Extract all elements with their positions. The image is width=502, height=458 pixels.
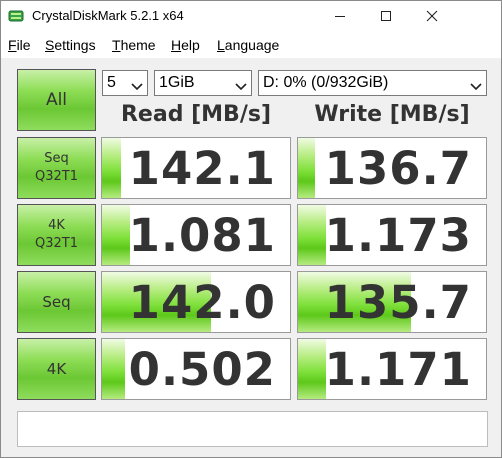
read-result-value: 1.081 <box>128 209 276 262</box>
menu-file[interactable]: File <box>8 37 31 53</box>
read-result-fill <box>102 205 131 265</box>
run-all-label: All <box>45 90 68 110</box>
4k-button[interactable]: 4K <box>17 338 96 400</box>
menu-settings-rest: ettings <box>54 37 96 53</box>
seq-q32t1-button[interactable]: Seq Q32T1 <box>17 137 96 199</box>
write-result-meter: 1.173 <box>297 204 487 266</box>
menu-theme-mnemonic: T <box>112 37 121 53</box>
test-count-select[interactable]: 5 <box>102 70 148 96</box>
menu-help[interactable]: Help <box>171 37 200 53</box>
menu-help-mnemonic: H <box>171 37 182 53</box>
write-result-value: 135.7 <box>324 276 472 329</box>
test-count-value: 5 <box>107 74 116 91</box>
maximize-icon <box>380 7 392 26</box>
title-bar[interactable]: CrystalDiskMark 5.2.1 x64 <box>1 1 501 32</box>
maximize-button[interactable] <box>363 1 409 32</box>
write-result-fill <box>298 205 327 265</box>
menu-file-rest: ile <box>16 37 31 53</box>
write-result-fill <box>298 339 327 399</box>
read-result-meter: 1.081 <box>101 204 291 266</box>
4k-q32t1-button[interactable]: 4K Q32T1 <box>17 204 96 266</box>
read-result-fill <box>102 138 121 198</box>
read-result-value: 0.502 <box>128 343 276 396</box>
test-label-line2: Q32T1 <box>35 169 78 184</box>
chevron-down-icon <box>470 78 482 91</box>
menu-language[interactable]: Language <box>217 37 279 53</box>
test-label-line1: Seq <box>44 151 69 166</box>
menu-language-mnemonic: L <box>217 37 225 53</box>
chevron-down-icon <box>235 78 247 91</box>
window-title: CrystalDiskMark 5.2.1 x64 <box>32 8 184 23</box>
read-result-meter: 142.1 <box>101 137 291 199</box>
test-label-line1: 4K <box>46 360 67 378</box>
write-result-value: 136.7 <box>324 142 472 195</box>
menu-help-rest: elp <box>181 37 200 53</box>
write-column-header: Write [MB/s] <box>314 102 470 127</box>
minimize-button[interactable] <box>317 1 363 32</box>
test-label-line1: Seq <box>42 293 71 311</box>
write-result-value: 1.171 <box>324 343 472 396</box>
test-size-select[interactable]: 1GiB <box>154 70 252 96</box>
drive-value: D: 0% (0/932GiB) <box>263 74 389 91</box>
menu-language-rest: anguage <box>224 37 280 53</box>
read-result-value: 142.1 <box>128 142 276 195</box>
test-size-value: 1GiB <box>159 74 195 91</box>
minimize-icon <box>334 7 346 26</box>
seq-button[interactable]: Seq <box>17 271 96 333</box>
test-label-line1: 4K <box>48 218 65 233</box>
write-result-meter: 136.7 <box>297 137 487 199</box>
app-window: CrystalDiskMark 5.2.1 x64 File Settings … <box>0 0 502 458</box>
close-button[interactable] <box>409 1 455 32</box>
main-panel: All 5 1GiB D: 0% (0/932GiB) Read [MB/s] … <box>1 58 501 457</box>
read-result-meter: 0.502 <box>101 338 291 400</box>
menu-file-mnemonic: F <box>8 37 17 53</box>
read-result-meter: 142.0 <box>101 271 291 333</box>
menu-settings-mnemonic: S <box>45 37 55 53</box>
menu-theme-rest: heme <box>120 37 156 53</box>
write-result-fill <box>298 138 315 198</box>
read-result-value: 142.0 <box>128 276 276 329</box>
comment-field[interactable] <box>17 411 488 447</box>
read-result-fill <box>102 339 125 399</box>
menu-settings[interactable]: Settings <box>45 37 96 53</box>
chevron-down-icon <box>131 78 143 91</box>
write-result-meter: 1.171 <box>297 338 487 400</box>
menu-bar: File Settings Theme Help Language <box>1 32 501 58</box>
write-result-value: 1.173 <box>324 209 472 262</box>
write-result-meter: 135.7 <box>297 271 487 333</box>
drive-select[interactable]: D: 0% (0/932GiB) <box>258 70 487 96</box>
crystaldiskmark-app-icon <box>8 8 24 24</box>
read-column-header: Read [MB/s] <box>120 102 271 127</box>
test-label-line2: Q32T1 <box>35 236 78 251</box>
close-icon <box>426 7 438 26</box>
menu-theme[interactable]: Theme <box>112 37 156 53</box>
run-all-button[interactable]: All <box>17 69 96 131</box>
